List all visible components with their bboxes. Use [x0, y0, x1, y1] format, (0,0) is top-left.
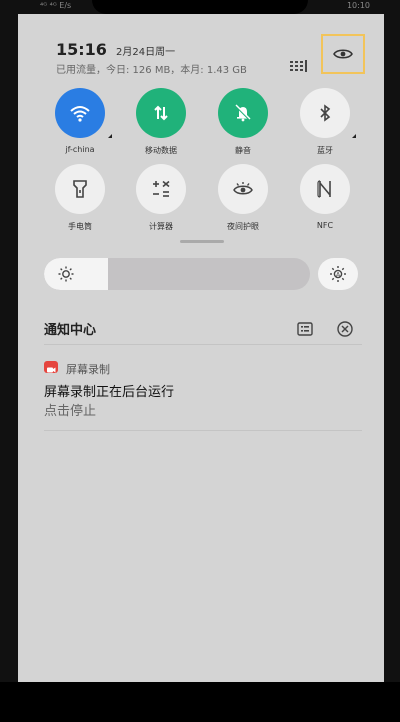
notification-shade: 15:16 2月24日周一 已用流量，今日: 126 MB，本月: 1.43 G… [18, 14, 384, 682]
auto-brightness-icon: A [330, 266, 346, 282]
auto-brightness-button[interactable]: A [318, 258, 358, 290]
eye-care-icon [233, 182, 253, 195]
wifi-icon [70, 106, 90, 122]
screen: 15:16 2月24日周一 已用流量，今日: 126 MB，本月: 1.43 G… [18, 14, 384, 682]
eye-protection-button[interactable] [321, 34, 365, 74]
screen-recording-notification[interactable]: 屏幕录制 屏幕录制正在后台运行 点击停止 [44, 359, 362, 429]
data-usage-text: 已用流量，今日: 126 MB，本月: 1.43 GB [56, 65, 247, 76]
close-circle-icon [337, 321, 353, 337]
mute-toggle[interactable] [218, 88, 268, 138]
mute-bell-icon [235, 104, 251, 122]
wifi-expand-caret[interactable] [108, 134, 112, 138]
shade-drag-handle[interactable] [180, 240, 224, 243]
flashlight-icon [73, 180, 87, 198]
flashlight-label: 手电筒 [68, 222, 92, 231]
bluetooth-label: 蓝牙 [317, 146, 333, 155]
mobile-data-label: 移动数据 [145, 146, 177, 155]
notification-title: 屏幕录制正在后台运行 [44, 385, 175, 400]
bluetooth-icon [320, 104, 331, 122]
clock-date: 2月24日周一 [116, 47, 176, 58]
notification-stop-text[interactable]: 点击停止 [44, 400, 96, 419]
phone-frame: ⁴ᴳ ⁴ᴳ E/s 10:10 15:16 2月24日周一 已用流量，今日: 1… [0, 0, 400, 722]
calculator-toggle[interactable] [136, 164, 186, 214]
signal-indicators: ⁴ᴳ ⁴ᴳ E/s [40, 1, 72, 10]
mute-label: 静音 [235, 146, 251, 155]
brightness-slider[interactable] [44, 258, 310, 290]
calculator-label: 计算器 [149, 222, 173, 231]
eye-care-label: 夜间护眼 [227, 222, 259, 231]
clock-time: 15:16 [56, 40, 107, 59]
notification-settings-icon [297, 322, 313, 336]
edit-tiles-icon[interactable] [289, 58, 309, 74]
brightness-slider-fill [44, 258, 108, 290]
notification-divider-top [44, 344, 362, 345]
mobile-data-toggle[interactable] [136, 88, 186, 138]
status-clock: 10:10 [346, 1, 370, 10]
notification-app-name: 屏幕录制 [66, 363, 110, 376]
notification-manage-button[interactable] [296, 320, 314, 338]
clear-all-notifications-button[interactable] [336, 320, 354, 338]
wifi-label: jf-china [65, 145, 95, 154]
bluetooth-expand-caret[interactable] [352, 134, 356, 138]
eye-icon [333, 49, 353, 59]
eye-care-toggle[interactable] [218, 164, 268, 214]
calculator-icon [153, 180, 170, 197]
notification-center-title: 通知中心 [44, 323, 97, 338]
camera-notch [92, 0, 308, 14]
bluetooth-toggle[interactable] [300, 88, 350, 138]
wifi-toggle[interactable] [55, 88, 105, 138]
bottom-bezel [0, 682, 400, 722]
nfc-icon [317, 180, 331, 198]
screen-record-app-icon [44, 361, 58, 373]
brightness-icon [58, 266, 74, 282]
nfc-label: NFC [316, 221, 334, 230]
nfc-toggle[interactable] [300, 164, 350, 214]
flashlight-toggle[interactable] [55, 164, 105, 214]
notification-divider-bottom [44, 430, 362, 431]
mobile-data-icon [154, 105, 168, 121]
